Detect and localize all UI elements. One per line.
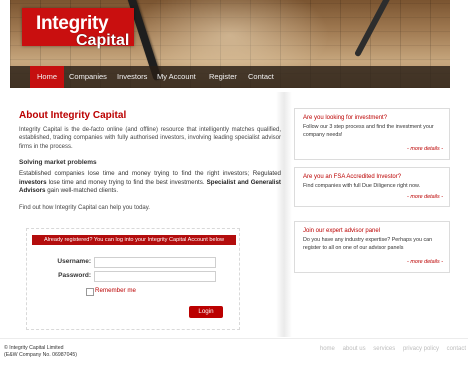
nav-investors[interactable]: Investors bbox=[110, 66, 154, 88]
footer-link-home[interactable]: home bbox=[320, 346, 335, 352]
panel-fsa-title[interactable]: Are you an FSA Accredited Investor? bbox=[303, 174, 401, 180]
nav-my-account[interactable]: My Account bbox=[150, 66, 203, 88]
nav-contact[interactable]: Contact bbox=[241, 66, 281, 88]
remember-me-checkbox[interactable] bbox=[86, 288, 94, 296]
panel-fsa-investor: Are you an FSA Accredited Investor? Find… bbox=[294, 167, 450, 207]
login-header-bar: Already registered? You can log into you… bbox=[32, 235, 236, 245]
logo[interactable]: Integrity Capital bbox=[22, 8, 134, 49]
copyright: © Integrity Capital Limited (E&W Company… bbox=[4, 345, 77, 358]
login-button[interactable]: Login bbox=[189, 306, 223, 318]
para-investors: investors bbox=[19, 178, 47, 186]
logo-line-2: Capital bbox=[76, 32, 130, 49]
nav-register[interactable]: Register bbox=[202, 66, 244, 88]
panel-investment-more-link[interactable]: - more details - bbox=[407, 146, 443, 152]
panel-advisor-title[interactable]: Join our expert advisor panel bbox=[303, 228, 380, 234]
market-problems-text: Established companies lose time and mone… bbox=[19, 170, 281, 196]
logo-line-1: Integrity bbox=[36, 13, 109, 34]
footer-link-about-us[interactable]: about us bbox=[343, 346, 366, 352]
footer-link-services[interactable]: services bbox=[373, 346, 395, 352]
footer-links: home about us services privacy policy co… bbox=[314, 346, 466, 352]
login-box: Already registered? You can log into you… bbox=[26, 228, 240, 330]
username-input[interactable] bbox=[94, 257, 216, 268]
para-part-c: lose time and money trying to find the b… bbox=[46, 178, 207, 186]
panel-investment: Are you looking for investment? Follow o… bbox=[294, 108, 450, 160]
panel-fsa-more-link[interactable]: - more details - bbox=[407, 194, 443, 200]
panel-fsa-text: Find companies with full Due Diligence r… bbox=[303, 183, 421, 189]
footer-link-privacy-policy[interactable]: privacy policy bbox=[403, 346, 439, 352]
footer-divider bbox=[0, 338, 468, 339]
nav-home[interactable]: Home bbox=[30, 66, 65, 88]
remember-me-label[interactable]: Remember me bbox=[95, 287, 136, 294]
find-out-text: Find out how Integrity Capital can help … bbox=[19, 205, 150, 211]
section-heading: Solving market problems bbox=[19, 159, 97, 166]
panel-advisor-more-link[interactable]: - more details - bbox=[407, 259, 443, 265]
page-title: About Integrity Capital bbox=[19, 110, 127, 121]
password-label: Password: bbox=[58, 272, 91, 279]
password-input[interactable] bbox=[94, 271, 216, 282]
nav-companies[interactable]: Companies bbox=[62, 66, 114, 88]
intro-text: Integrity Capital is the de-facto online… bbox=[19, 127, 281, 150]
para-part-a: Established companies lose time and mone… bbox=[19, 170, 281, 177]
main-nav: Home Companies Investors My Account Regi… bbox=[10, 66, 450, 88]
panel-investment-text: Follow our 3 step process and find the i… bbox=[303, 124, 434, 138]
copyright-line-2: (E&W Company No. 06987045) bbox=[4, 351, 77, 358]
username-label: Username: bbox=[57, 258, 91, 265]
panel-investment-title[interactable]: Are you looking for investment? bbox=[303, 115, 387, 121]
para-part-e: gain well-matched clients. bbox=[45, 187, 119, 194]
footer-link-contact[interactable]: contact bbox=[447, 346, 466, 352]
panel-advisor: Join our expert advisor panel Do you hav… bbox=[294, 221, 450, 273]
panel-advisor-text: Do you have any industry expertise? Perh… bbox=[303, 237, 433, 251]
